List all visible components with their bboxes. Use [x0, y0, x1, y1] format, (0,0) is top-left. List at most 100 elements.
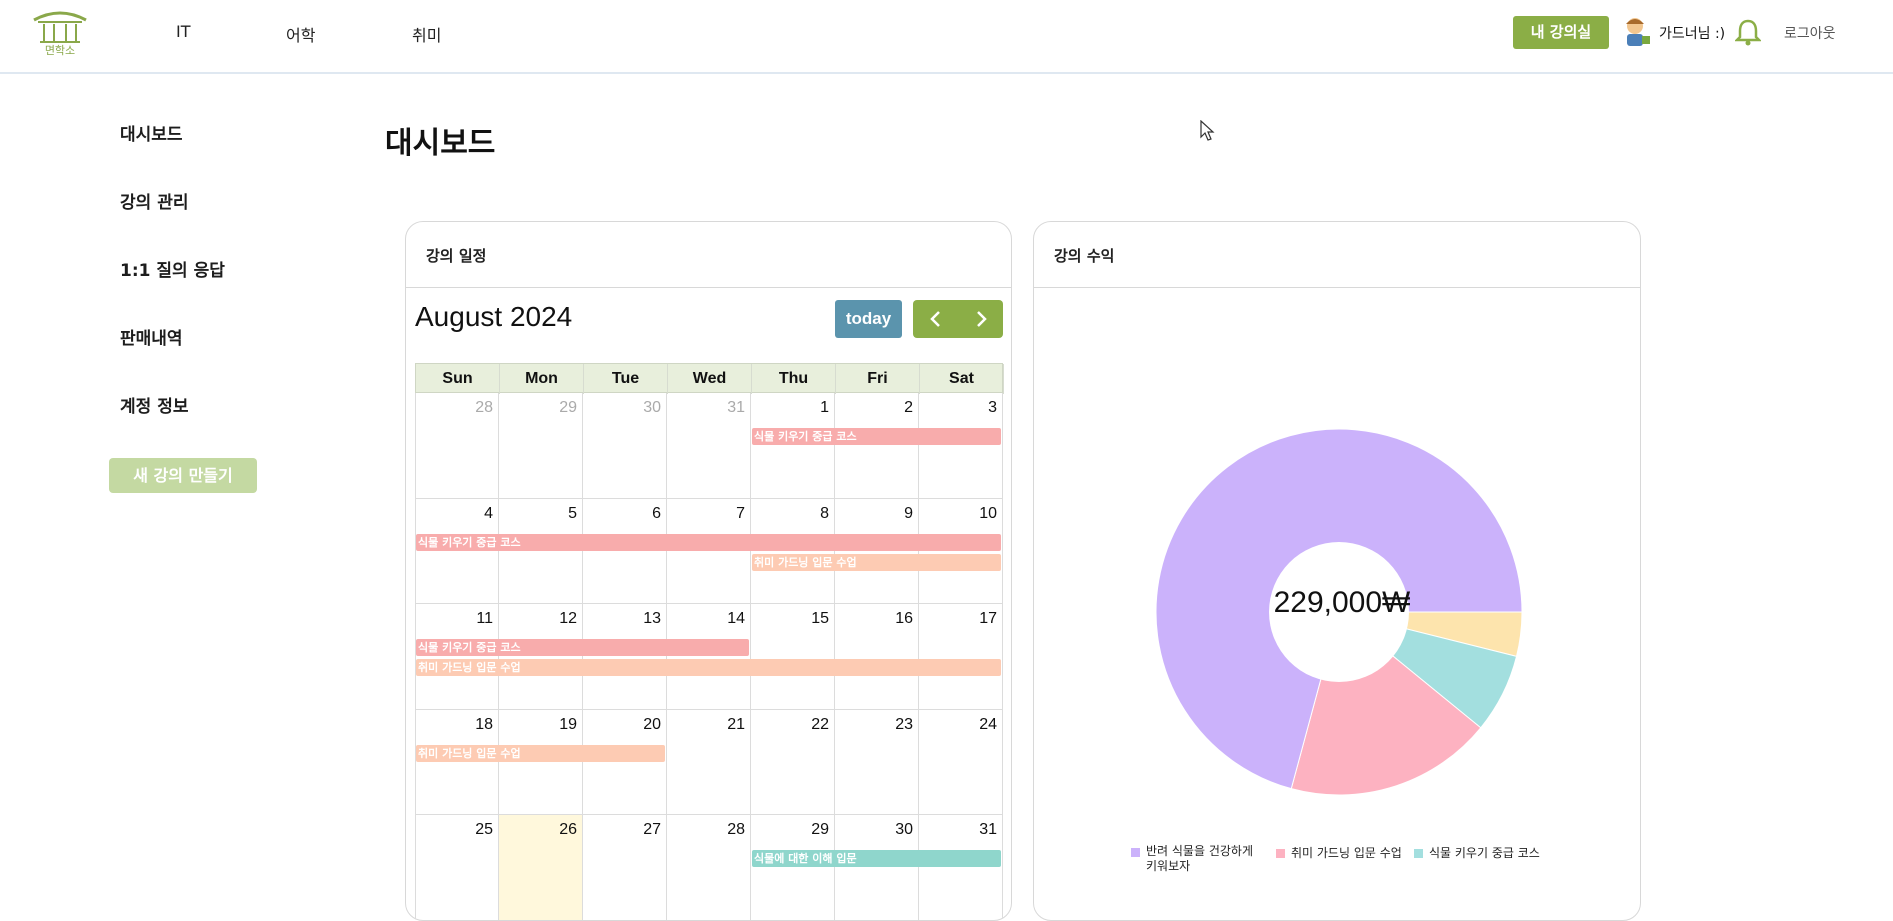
- day-number: 30: [895, 821, 913, 838]
- legend-label: 식물 키우기 중급 코스: [1429, 846, 1540, 860]
- calendar-day-cell[interactable]: 12: [499, 604, 583, 710]
- calendar-day-cell[interactable]: 13: [583, 604, 667, 710]
- day-number: 1: [820, 399, 829, 416]
- calendar-day-cell[interactable]: 30: [583, 393, 667, 499]
- calendar-day-cell[interactable]: 16: [835, 604, 919, 710]
- calendar-day-cell[interactable]: 29: [751, 815, 835, 920]
- weekday-fri: Fri: [836, 364, 920, 394]
- legend-item[interactable]: 반려 식물을 건강하게 키워보자: [1131, 844, 1259, 874]
- sidebar-item-account[interactable]: 계정 정보: [120, 392, 188, 417]
- calendar-event[interactable]: 식물에 대한 이해 입문: [752, 850, 1001, 867]
- legend-item[interactable]: 취미 가드닝 입문 수업: [1276, 844, 1402, 861]
- calendar-day-cell[interactable]: 3: [919, 393, 1003, 499]
- day-number: 16: [895, 610, 913, 627]
- chevron-right-icon: [976, 311, 987, 327]
- revenue-card-title: 강의 수익: [1054, 247, 1115, 265]
- calendar-day-cell[interactable]: 22: [751, 709, 835, 815]
- calendar-day-cell[interactable]: 24: [919, 709, 1003, 815]
- sidebar-item-course-management[interactable]: 강의 관리: [120, 188, 188, 213]
- calendar-day-cell[interactable]: 1: [751, 393, 835, 499]
- calendar-day-cell[interactable]: 31: [667, 393, 751, 499]
- calendar-day-cell[interactable]: 28: [667, 815, 751, 920]
- calendar-day-cell[interactable]: 5: [499, 498, 583, 604]
- nav-hobby[interactable]: 취미: [412, 22, 441, 46]
- day-number: 18: [475, 715, 493, 733]
- calendar-event[interactable]: 식물 키우기 중급 코스: [416, 639, 749, 656]
- legend-label: 반려 식물을 건강하게 키워보자: [1146, 844, 1253, 873]
- calendar-day-cell[interactable]: 10: [919, 498, 1003, 604]
- calendar-event[interactable]: 식물 키우기 중급 코스: [752, 428, 1001, 445]
- day-number: 17: [979, 610, 997, 627]
- calendar-day-cell[interactable]: 15: [751, 604, 835, 710]
- weekday-wed: Wed: [668, 364, 752, 394]
- nav-language[interactable]: 어학: [286, 22, 315, 46]
- calendar-day-cell[interactable]: 31: [919, 815, 1003, 920]
- prev-month-button[interactable]: [913, 300, 958, 338]
- calendar-day-cell[interactable]: 6: [583, 498, 667, 604]
- day-number: 11: [476, 610, 493, 627]
- today-button[interactable]: today: [835, 300, 902, 338]
- revenue-total: 229,000₩: [1273, 586, 1411, 619]
- calendar-day-cell[interactable]: 7: [667, 498, 751, 604]
- legend-swatch: [1131, 848, 1140, 857]
- page-title: 대시보드: [385, 126, 496, 161]
- calendar-day-cell[interactable]: 17: [919, 604, 1003, 710]
- calendar-day-cell[interactable]: 9: [835, 498, 919, 604]
- my-classroom-button[interactable]: 내 강의실: [1513, 16, 1609, 49]
- calendar-day-cell[interactable]: 30: [835, 815, 919, 920]
- calendar-day-cell-today[interactable]: 26: [499, 815, 583, 920]
- day-number: 4: [484, 504, 493, 522]
- avatar[interactable]: [1622, 16, 1652, 48]
- calendar-day-cell[interactable]: 28: [415, 393, 499, 499]
- new-course-button[interactable]: 새 강의 만들기: [109, 458, 257, 493]
- bell-icon: [1733, 19, 1763, 46]
- day-number: 24: [979, 715, 997, 733]
- calendar-event[interactable]: 식물 키우기 중급 코스: [416, 533, 1001, 551]
- nav-it[interactable]: IT: [176, 22, 191, 41]
- calendar-day-cell[interactable]: 14: [667, 604, 751, 710]
- calendar-day-cell[interactable]: 27: [583, 815, 667, 920]
- calendar-day-cell[interactable]: 25: [415, 815, 499, 920]
- calendar-day-cell[interactable]: 21: [667, 709, 751, 815]
- calendar-event[interactable]: 취미 가드닝 입문 수업: [416, 659, 1001, 676]
- legend-label: 취미 가드닝 입문 수업: [1291, 846, 1402, 860]
- calendar-day-cell[interactable]: 4: [415, 498, 499, 604]
- schedule-card-title: 강의 일정: [426, 247, 487, 265]
- day-number: 8: [820, 504, 829, 522]
- gardener-avatar-icon: [1626, 18, 1650, 46]
- top-header: 면학소 IT 어학 취미 내 강의실 가드너님 :) 로그아웃: [0, 0, 1893, 74]
- day-number: 19: [559, 715, 577, 733]
- weekday-header-row: Sun Mon Tue Wed Thu Fri Sat: [415, 363, 1004, 394]
- weekday-sun: Sun: [416, 364, 500, 394]
- sidebar-item-qna[interactable]: 1:1 질의 응답: [120, 256, 225, 281]
- schedule-card-header: 강의 일정: [406, 222, 1011, 288]
- day-number: 27: [643, 821, 661, 838]
- legend-item[interactable]: 식물 키우기 중급 코스: [1414, 844, 1540, 861]
- calendar-month-title: August 2024: [415, 301, 573, 332]
- calendar-event[interactable]: 취미 가드닝 입문 수업: [416, 744, 665, 762]
- calendar-event[interactable]: 취미 가드닝 입문 수업: [752, 553, 1001, 571]
- revenue-card-header: 강의 수익: [1034, 222, 1640, 288]
- sidebar-item-dashboard[interactable]: 대시보드: [120, 120, 183, 145]
- day-number: 15: [811, 610, 829, 627]
- calendar-day-cell[interactable]: 2: [835, 393, 919, 499]
- calendar-day-cell[interactable]: 8: [751, 498, 835, 604]
- logo[interactable]: 면학소: [30, 8, 90, 58]
- day-number: 2: [904, 399, 913, 416]
- notification-button[interactable]: [1733, 18, 1763, 46]
- weekday-sat: Sat: [920, 364, 1004, 394]
- schedule-card: 강의 일정 August 2024 today Sun Mon Tue Wed Thu F…: [405, 221, 1012, 921]
- next-month-button[interactable]: [958, 300, 1003, 338]
- day-number: 22: [811, 715, 829, 733]
- calendar-day-cell[interactable]: 19: [499, 709, 583, 815]
- day-number: 5: [568, 504, 577, 522]
- logout-link[interactable]: 로그아웃: [1784, 23, 1836, 43]
- calendar-day-cell[interactable]: 11: [415, 604, 499, 710]
- day-number: 31: [979, 821, 997, 838]
- calendar-day-cell[interactable]: 18: [415, 709, 499, 815]
- calendar-day-cell[interactable]: 20: [583, 709, 667, 815]
- calendar-day-cell[interactable]: 23: [835, 709, 919, 815]
- calendar-day-cell[interactable]: 29: [499, 393, 583, 499]
- sidebar-item-sales[interactable]: 판매내역: [120, 324, 183, 349]
- day-number: 26: [559, 821, 577, 838]
